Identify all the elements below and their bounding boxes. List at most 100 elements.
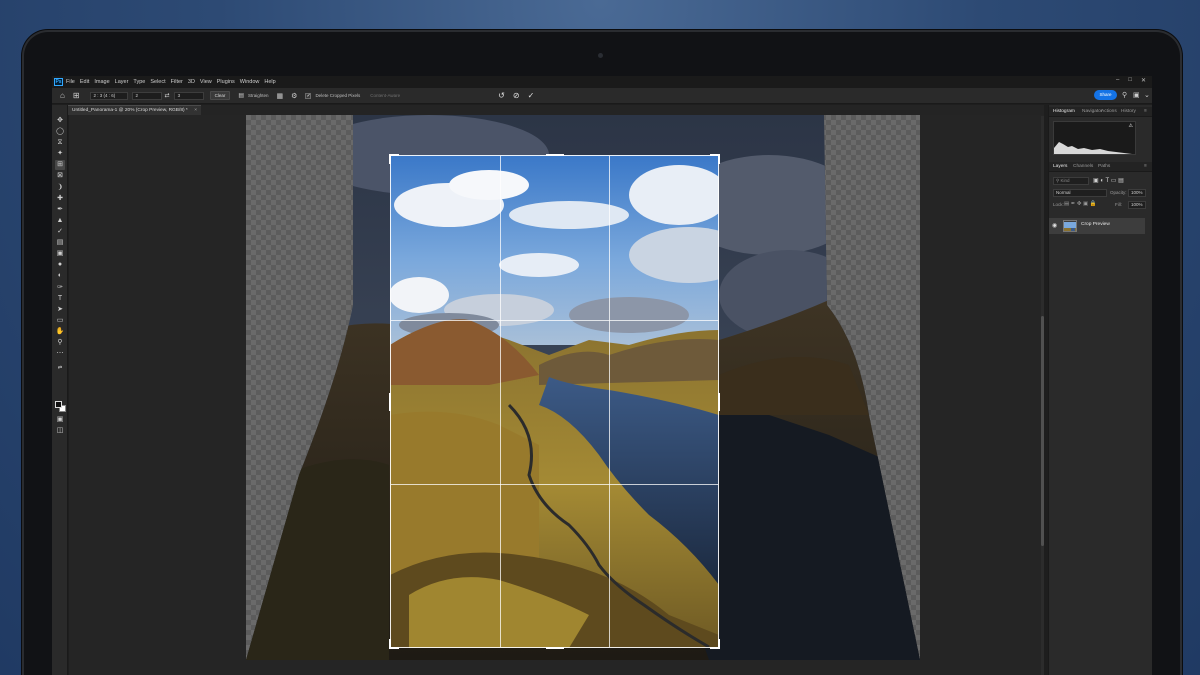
menu-image[interactable]: Image — [94, 79, 109, 85]
search-icon[interactable]: ⚲ — [1122, 91, 1127, 99]
foreground-color-swatch[interactable] — [55, 401, 62, 408]
crop-handle-top-left[interactable] — [389, 154, 391, 164]
tab-paths[interactable]: Paths — [1098, 162, 1110, 172]
crop-handle-bottom-right[interactable] — [718, 639, 720, 649]
swap-colors-icon[interactable]: ⇄ — [55, 363, 65, 373]
workspace-icon[interactable]: ▣ — [1133, 91, 1140, 99]
zoom-tool-icon[interactable]: ⚲ — [55, 338, 65, 348]
share-button[interactable]: Share — [1094, 90, 1117, 100]
settings-gear-icon[interactable]: ⚙ — [291, 92, 297, 100]
history-brush-icon[interactable]: ✓ — [55, 227, 65, 237]
healing-brush-icon[interactable]: ✚ — [55, 194, 65, 204]
ratio-width-input[interactable]: 2 — [131, 91, 162, 100]
minimize-icon[interactable]: – — [1116, 77, 1119, 84]
crop-grid-line — [391, 484, 718, 485]
move-tool-icon[interactable]: ✥ — [55, 116, 65, 126]
cancel-icon[interactable]: ⊘ — [513, 91, 520, 100]
magic-wand-icon[interactable]: ✦ — [55, 149, 65, 159]
menu-edit[interactable]: Edit — [80, 79, 89, 85]
warning-icon[interactable]: ⚠ — [1129, 123, 1133, 129]
scrollbar-thumb[interactable] — [1041, 316, 1044, 546]
straighten-label[interactable]: Straighten — [248, 93, 269, 98]
crop-handle-bottom[interactable] — [546, 647, 564, 649]
lasso-tool-icon[interactable]: ⧖ — [55, 138, 65, 148]
overlay-grid-icon[interactable]: ▦ — [277, 92, 284, 100]
home-icon[interactable]: ⌂ — [60, 91, 65, 100]
crop-tool-icon[interactable]: ⊞ — [55, 160, 65, 170]
tab-actions[interactable]: Actions — [1101, 107, 1117, 117]
swap-icon[interactable]: ⇄ — [165, 92, 170, 99]
panel-menu-icon[interactable]: ≡ — [1144, 162, 1147, 172]
menu-layer[interactable]: Layer — [115, 79, 129, 85]
reset-icon[interactable]: ↺ — [498, 91, 505, 100]
opacity-input[interactable]: 100% — [1128, 189, 1146, 197]
layer-row[interactable]: ◉ Crop Preview — [1049, 218, 1145, 234]
maximize-icon[interactable]: □ — [1128, 77, 1132, 84]
brush-tool-icon[interactable]: ✒ — [55, 205, 65, 215]
commit-check-icon[interactable]: ✓ — [528, 91, 535, 100]
document-tab[interactable]: Untitled_Panorama-1 @ 20% (Crop Preview,… — [68, 105, 201, 115]
clear-button[interactable]: Clear — [209, 91, 231, 100]
eraser-tool-icon[interactable]: ▤ — [55, 238, 65, 248]
blur-tool-icon[interactable]: ● — [55, 260, 65, 270]
crop-handle-top-right[interactable] — [718, 154, 720, 164]
canvas-scrollbar[interactable] — [1041, 116, 1044, 675]
crop-handle-left[interactable] — [389, 393, 391, 411]
close-tab-icon[interactable]: × — [194, 106, 197, 115]
pen-tool-icon[interactable]: ✑ — [55, 283, 65, 293]
panel-menu-icon[interactable]: ≡ — [1144, 107, 1147, 117]
more-tools-icon[interactable]: ⋯ — [55, 349, 65, 359]
dodge-tool-icon[interactable]: ◐ — [55, 271, 65, 281]
clone-stamp-icon[interactable]: ▲ — [55, 216, 65, 226]
menu-window[interactable]: Window — [240, 79, 260, 85]
crop-handle-top[interactable] — [546, 154, 564, 156]
blend-mode-select[interactable]: Normal — [1053, 189, 1107, 197]
crop-handle-right[interactable] — [718, 393, 720, 411]
tab-channels[interactable]: Channels — [1073, 162, 1093, 172]
menu-3d[interactable]: 3D — [188, 79, 195, 85]
window-controls: – □ ✕ — [1116, 77, 1146, 84]
histogram-graph: ⚠ — [1053, 121, 1136, 155]
webcam — [598, 53, 603, 58]
gradient-tool-icon[interactable]: ▣ — [55, 249, 65, 259]
crop-handle-bottom-left[interactable] — [389, 639, 391, 649]
menu-view[interactable]: View — [200, 79, 212, 85]
type-tool-icon[interactable]: T — [55, 294, 65, 304]
frame-tool-icon[interactable]: ⊠ — [55, 171, 65, 181]
screen-mode-icon[interactable]: ◫ — [55, 426, 65, 436]
eyedropper-icon[interactable]: ❩ — [55, 183, 65, 193]
marquee-tool-icon[interactable]: ◯ — [55, 127, 65, 137]
chevron-down-icon[interactable]: ⌄ — [1144, 91, 1150, 99]
path-selection-icon[interactable]: ➤ — [55, 305, 65, 315]
straighten-icon[interactable]: ▤ — [238, 92, 244, 99]
ratio-preset-select[interactable]: 2 : 3 (4 : 6) — [89, 91, 128, 100]
delete-cropped-checkbox[interactable]: ✓ — [305, 92, 312, 99]
delete-cropped-label: Delete Cropped Pixels — [315, 93, 361, 98]
close-icon[interactable]: ✕ — [1141, 77, 1146, 84]
menu-plugins[interactable]: Plugins — [217, 79, 235, 85]
filter-icons[interactable]: ▣ ◐ T ▭ ▤ — [1093, 177, 1124, 184]
hand-tool-icon[interactable]: ✋ — [55, 327, 65, 337]
lock-icons[interactable]: ▤ ✒ ✥ ▣ 🔒 — [1064, 201, 1097, 207]
tab-layers[interactable]: Layers — [1053, 162, 1067, 172]
ratio-height-input[interactable]: 3 — [173, 91, 204, 100]
crop-tool-icon[interactable]: ⊞ — [73, 91, 80, 100]
tab-navigator[interactable]: Navigator — [1082, 107, 1103, 117]
tab-history[interactable]: History — [1121, 107, 1136, 117]
menu-filter[interactable]: Filter — [171, 79, 183, 85]
fill-input[interactable]: 100% — [1128, 201, 1146, 209]
crop-grid-line — [500, 156, 501, 647]
quick-mask-icon[interactable]: ▣ — [55, 415, 65, 425]
tab-histogram[interactable]: Histogram — [1053, 107, 1075, 117]
menu-file[interactable]: File — [66, 79, 75, 85]
crop-box[interactable] — [389, 154, 720, 649]
opacity-label: Opacity: — [1110, 190, 1127, 195]
shape-tool-icon[interactable]: ▭ — [55, 316, 65, 326]
content-aware-label[interactable]: Content-Aware — [370, 93, 400, 98]
menu-select[interactable]: Select — [150, 79, 165, 85]
layer-filter-kind[interactable]: ⚲ Kind — [1053, 177, 1089, 185]
canvas-area[interactable] — [69, 115, 1044, 675]
visibility-eye-icon[interactable]: ◉ — [1052, 222, 1057, 229]
menu-type[interactable]: Type — [133, 79, 145, 85]
menu-help[interactable]: Help — [264, 79, 275, 85]
